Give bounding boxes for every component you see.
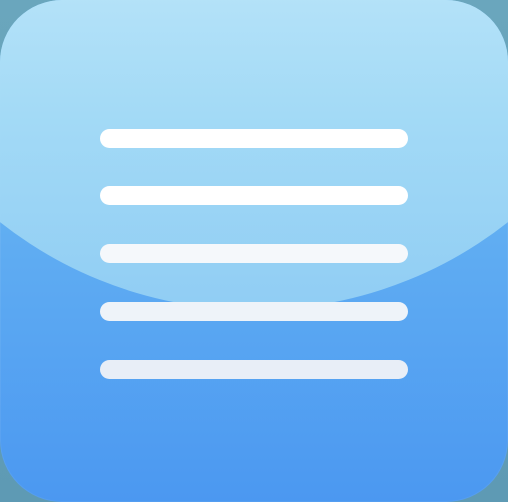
- menu-line-2: [100, 186, 408, 205]
- menu-line-3: [100, 244, 408, 263]
- menu-line-4: [100, 302, 408, 321]
- menu-line-5: [100, 360, 408, 379]
- menu-line-1: [100, 129, 408, 148]
- menu-app-icon[interactable]: [0, 0, 508, 502]
- screen: [0, 0, 508, 502]
- hamburger-lines-icon: [100, 129, 408, 381]
